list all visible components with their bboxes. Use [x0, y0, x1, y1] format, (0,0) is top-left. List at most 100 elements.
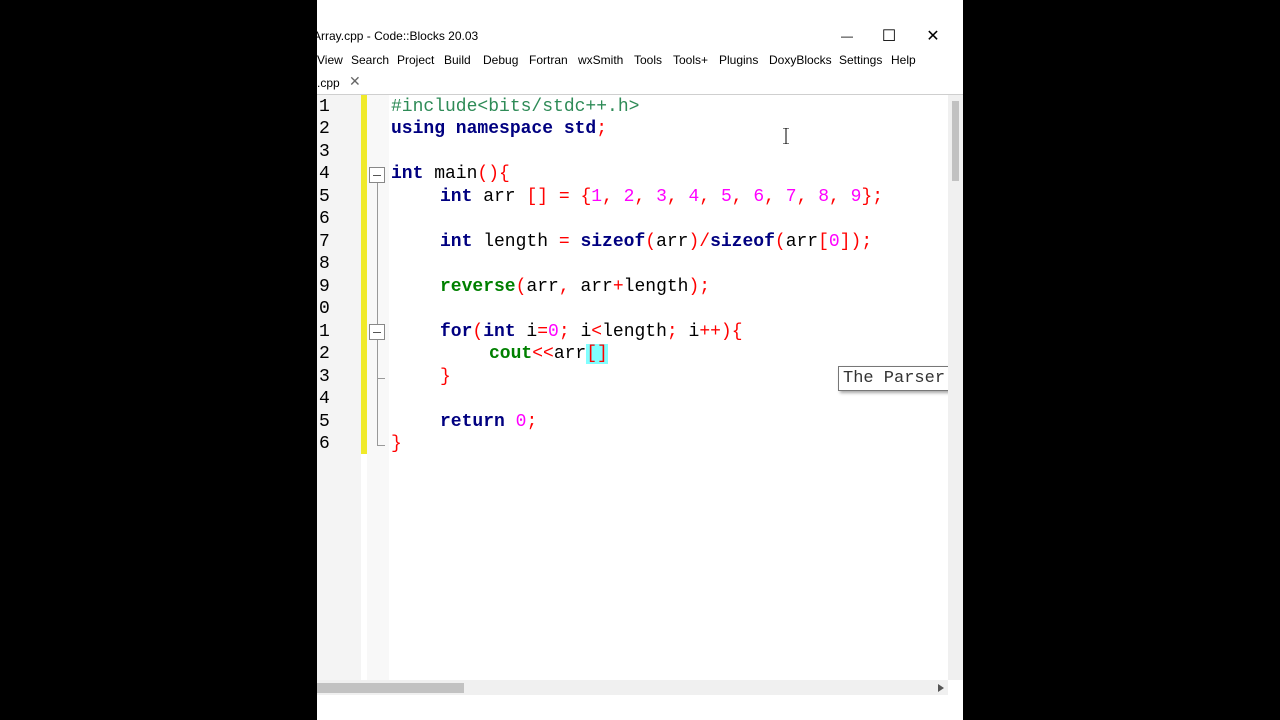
- menu-tools[interactable]: Tools: [634, 53, 662, 67]
- fold-toggle-for[interactable]: [369, 324, 385, 340]
- identifier-length: length: [623, 277, 689, 297]
- operator: ;: [558, 322, 581, 342]
- closing-brace: }: [440, 367, 451, 387]
- keyword-return: return: [440, 412, 505, 432]
- number: 0: [548, 322, 559, 342]
- operator: (: [645, 232, 657, 252]
- operator: =: [558, 232, 581, 252]
- number: 0: [515, 412, 527, 432]
- menu-plugins[interactable]: Plugins: [719, 53, 758, 67]
- function-reverse: reverse: [440, 277, 516, 297]
- brace-match-highlight: []: [586, 344, 608, 364]
- number: 6: [753, 187, 765, 207]
- fold-end-marker: [377, 378, 385, 379]
- identifier-cout: cout: [489, 344, 533, 364]
- identifier-arr: arr: [553, 344, 587, 364]
- line-number: 0: [319, 299, 330, 319]
- code-line-5: int arr [] = {1, 2, 3, 4, 5, 6, 7, 8, 9}…: [440, 187, 884, 207]
- fold-end-marker: [377, 445, 385, 446]
- top-strip: [317, 0, 963, 21]
- number: 0: [828, 232, 840, 252]
- line-number: 3: [319, 142, 330, 162]
- fold-toggle-main[interactable]: [369, 167, 385, 183]
- number: 2: [623, 187, 635, 207]
- tab-close-icon[interactable]: ✕: [349, 73, 361, 90]
- operator: );: [688, 277, 711, 297]
- code-line-16: }: [391, 433, 402, 455]
- i-beam-cursor-icon: [783, 127, 789, 145]
- operator: ,: [558, 277, 581, 297]
- line-number: 1: [319, 322, 330, 342]
- line-number: 3: [319, 367, 330, 387]
- line-number: 4: [319, 389, 330, 409]
- menu-fortran[interactable]: Fortran: [529, 53, 568, 67]
- closing-brace: }: [391, 434, 402, 454]
- operator: +: [612, 277, 624, 297]
- code-line-12: cout<<arr[]: [489, 343, 608, 365]
- fold-line: [377, 183, 378, 445]
- window-title: Array.cpp - Code::Blocks 20.03: [317, 29, 479, 43]
- identifier-i: i: [580, 322, 592, 342]
- operator: )/: [688, 232, 711, 252]
- operator: (){: [477, 164, 510, 184]
- code-line-15: return 0;: [440, 411, 537, 433]
- minimize-icon: —: [841, 29, 853, 43]
- codeblocks-window: Array.cpp - Code::Blocks 20.03 — ☐ ✕ Vie…: [317, 0, 963, 720]
- number: 9: [850, 187, 862, 207]
- line-number: 1: [319, 97, 330, 117]
- editor-horizontal-scrollbar[interactable]: [317, 680, 948, 695]
- menu-wxsmith[interactable]: wxSmith: [578, 53, 623, 67]
- number: 3: [656, 187, 667, 207]
- operator: =: [537, 322, 549, 342]
- maximize-button[interactable]: ☐: [866, 22, 912, 50]
- operator: ;: [526, 412, 538, 432]
- identifier-arr: arr: [472, 187, 516, 207]
- number: 4: [688, 187, 700, 207]
- tab-label: .cpp: [317, 76, 340, 90]
- code-line-4: int main(){: [391, 163, 510, 185]
- scroll-thumb[interactable]: [317, 683, 464, 693]
- code-line-9: reverse(arr, arr+length);: [440, 276, 710, 298]
- operator: <<: [532, 344, 554, 364]
- scroll-right-arrow-icon[interactable]: [933, 680, 948, 695]
- menu-search[interactable]: Search: [351, 53, 389, 67]
- code-line-11: for(int i=0; i<length; i++){: [440, 321, 743, 343]
- menu-build[interactable]: Build: [444, 53, 471, 67]
- operator: ]);: [839, 232, 873, 252]
- menu-view[interactable]: View: [317, 53, 343, 67]
- line-number: 2: [319, 344, 330, 364]
- menu-settings[interactable]: Settings: [839, 53, 882, 67]
- line-number: 4: [319, 164, 330, 184]
- number: 8: [818, 187, 830, 207]
- scroll-thumb[interactable]: [952, 101, 959, 181]
- editor-vertical-scrollbar[interactable]: [948, 95, 963, 680]
- menu-debug[interactable]: Debug: [483, 53, 518, 67]
- tab-array-cpp[interactable]: .cpp ✕: [317, 72, 367, 94]
- identifier-main: main: [423, 164, 478, 184]
- identifier-arr: arr: [656, 232, 689, 252]
- close-button[interactable]: ✕: [910, 22, 956, 50]
- identifier-arr: arr: [526, 277, 559, 297]
- keyword-for: for: [440, 322, 473, 342]
- close-icon: ✕: [926, 28, 940, 45]
- line-number: 2: [319, 119, 330, 139]
- menu-tools-plus[interactable]: Tools+: [673, 53, 708, 67]
- code-line-2: using namespace std;: [391, 118, 607, 140]
- identifier-arr: arr: [580, 277, 613, 297]
- code-line-1: #include<bits/stdc++.h>: [391, 96, 639, 118]
- operator: [: [818, 232, 829, 252]
- operator: ;: [666, 322, 689, 342]
- identifier-arr: arr: [785, 232, 819, 252]
- menu-project[interactable]: Project: [397, 53, 434, 67]
- keyword-int: int: [440, 187, 473, 207]
- line-number: 8: [319, 254, 330, 274]
- operator: };: [861, 187, 884, 207]
- identifier-i: i: [515, 322, 538, 342]
- operator: (: [774, 232, 786, 252]
- minimize-button[interactable]: —: [824, 22, 870, 50]
- menu-help[interactable]: Help: [891, 53, 916, 67]
- number: 1: [591, 187, 603, 207]
- menu-doxyblocks[interactable]: DoxyBlocks: [769, 53, 832, 67]
- operator: (: [515, 277, 527, 297]
- keyword-sizeof: sizeof: [580, 232, 646, 252]
